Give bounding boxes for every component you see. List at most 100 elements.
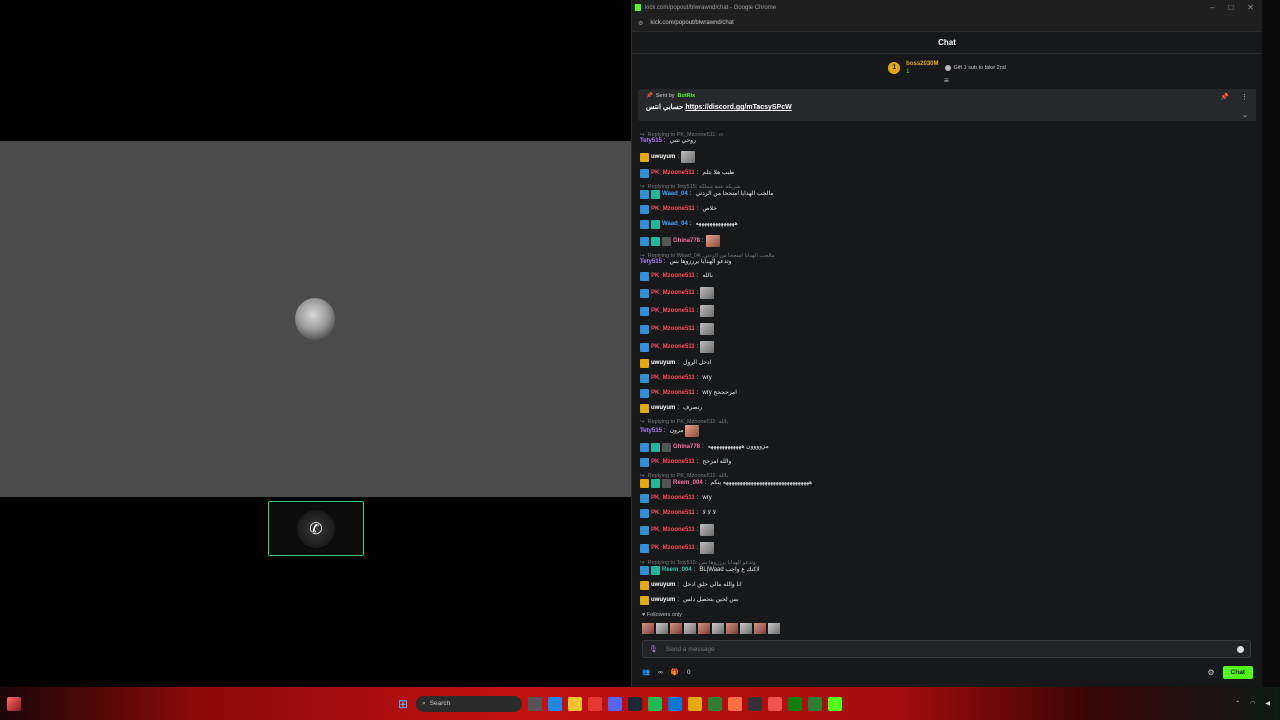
message-username[interactable]: PK_Mzoone511 (651, 344, 695, 351)
app-icon-6[interactable] (808, 696, 822, 711)
message-username[interactable]: Waad_04 (662, 191, 688, 198)
spotify-icon[interactable] (648, 696, 662, 711)
message-username[interactable]: PK_Mzoone511 (651, 326, 695, 333)
kick-icon[interactable] (828, 696, 842, 711)
message-username[interactable]: PK_Mzoone511 (651, 495, 695, 502)
pinned-bot-name[interactable]: BotRix (678, 93, 696, 99)
message-username[interactable]: Reem_004 (673, 480, 703, 487)
chat-input[interactable] (665, 645, 1229, 653)
emote-image[interactable] (700, 542, 715, 554)
chat-message[interactable]: PK_Mzoone511: wry (640, 494, 1250, 503)
chat-message[interactable]: PK_Mzoone511: بالله (640, 272, 1250, 281)
chat-message[interactable]: PK_Mzoone511: (640, 287, 1250, 299)
chat-message[interactable]: ↪ Replying to Tety515: وتدعو الهدايا يرزز… (640, 560, 1250, 575)
tray-chevron-icon[interactable]: ⌃ (1235, 700, 1240, 707)
message-username[interactable]: PK_Mzoone511 (651, 510, 695, 517)
emote-image[interactable] (705, 235, 720, 247)
chat-message[interactable]: PK_Mzoone511: والله امزحح (640, 458, 1250, 467)
widgets-button[interactable] (0, 687, 28, 720)
emote-5[interactable] (698, 623, 710, 634)
message-username[interactable]: PK_Mzoone511 (651, 273, 695, 280)
app-icon-5[interactable] (768, 696, 782, 711)
more-options-icon[interactable]: ⋮ (1241, 93, 1248, 101)
message-username[interactable]: Waad_04 (662, 221, 688, 228)
message-username[interactable]: Ghina778 (673, 444, 700, 451)
emote-3[interactable] (670, 623, 682, 634)
site-info-icon[interactable]: ⚙ (638, 20, 643, 27)
message-username[interactable]: PK_Mzoone511 (651, 308, 695, 315)
app-icon-1[interactable] (668, 696, 682, 711)
message-username[interactable]: PK_Mzoone511 (651, 375, 695, 382)
chat-message[interactable]: PK_Mzoone511: خلاص (640, 205, 1250, 214)
chat-message[interactable]: uwuyum: ادخل الرول (640, 359, 1250, 368)
windows-start-icon[interactable]: ⊞ (396, 697, 410, 711)
emote-image[interactable] (700, 287, 715, 299)
emote-4[interactable] (684, 623, 696, 634)
message-username[interactable]: PK_Mzoone511 (651, 545, 695, 552)
chat-message[interactable]: PK_Mzoone511: (640, 323, 1250, 335)
chat-message[interactable]: Ghina778: مزوووون ههههههههههههه (640, 443, 1250, 452)
maximize-icon[interactable]: □ (1228, 3, 1233, 12)
gift-leader[interactable]: boss2030M 1 (906, 60, 938, 76)
emote-1[interactable] (642, 623, 654, 634)
chat-message[interactable]: Waad_04: ههههههههههههههه (640, 220, 1250, 229)
chat-message[interactable]: PK_Mzoone511: طيب هلا بتلم (640, 169, 1250, 178)
emote-10[interactable] (768, 623, 780, 634)
emote-image[interactable] (700, 323, 715, 335)
chevron-down-icon[interactable]: ⌄ (1242, 111, 1248, 119)
emote-image[interactable] (700, 305, 715, 317)
pinned-link[interactable]: https://discord.gg/mTacsySPcW (685, 104, 791, 111)
message-username[interactable]: uwuyum (651, 360, 675, 367)
emote-image[interactable] (681, 151, 696, 163)
gear-icon[interactable]: ⚙ (1207, 668, 1214, 677)
unpin-icon[interactable]: 📌 (1220, 93, 1229, 101)
chat-message[interactable]: uwuyum: بس لحين بتحصل دلس (640, 596, 1250, 605)
chat-message[interactable]: ↪ Replying to PK_Mzoone511: بالله Tety515:… (640, 419, 1250, 437)
send-chat-button[interactable]: Chat (1222, 665, 1253, 679)
wifi-icon[interactable]: ◠ (1250, 700, 1255, 707)
chrome-icon[interactable] (588, 696, 602, 711)
chat-message[interactable]: PK_Mzoone511: (640, 524, 1250, 536)
steam-icon[interactable] (628, 696, 642, 711)
emoji-icon[interactable] (1237, 645, 1244, 653)
xbox-icon[interactable] (788, 696, 802, 711)
message-username[interactable]: PK_Mzoone511 (651, 206, 695, 213)
message-username[interactable]: Reem_004 (662, 567, 692, 574)
chat-message[interactable]: PK_Mzoone511: (640, 341, 1250, 353)
message-username[interactable]: Tety515 (640, 259, 662, 266)
microphone-icon[interactable]: 🎙 (649, 645, 658, 653)
discord-icon[interactable] (608, 696, 622, 711)
edge-icon[interactable] (548, 696, 562, 711)
message-username[interactable]: PK_Mzoone511 (651, 527, 695, 534)
call-tile[interactable]: ✆ (268, 501, 364, 556)
chat-message[interactable]: uwuyum: انا والله مالي حلق ادخل (640, 581, 1250, 590)
emote-7[interactable] (726, 623, 738, 634)
taskbar-search[interactable]: ⌕ Search (416, 695, 522, 712)
app-icon-3[interactable] (708, 696, 722, 711)
chat-message[interactable]: Ghina778: (640, 235, 1250, 247)
chat-message[interactable]: PK_Mzoone511: wry (640, 374, 1250, 383)
chat-message[interactable]: uwuyum: رتصرف (640, 404, 1250, 413)
gift-tip[interactable]: Gift 1 sub to take 2nd (944, 64, 1006, 71)
message-username[interactable]: Tety515 (640, 428, 662, 435)
chat-message[interactable]: ↪ Replying to PK_Mzoone511: بالله Reem_004… (640, 473, 1250, 488)
chat-message[interactable]: PK_Mzoone511: (640, 305, 1250, 317)
emote-image[interactable] (700, 341, 715, 353)
message-username[interactable]: PK_Mzoone511 (651, 170, 695, 177)
chat-message[interactable]: uwuyum: (640, 151, 1250, 163)
gift-box-icon[interactable]: 🎁 (671, 668, 679, 676)
message-username[interactable]: uwuyum (651, 405, 675, 412)
message-username[interactable]: uwuyum (651, 597, 675, 604)
collapse-arrow-icon[interactable]: ≡ (944, 76, 949, 85)
users-icon[interactable]: 👥 (642, 668, 650, 676)
task-view-icon[interactable] (528, 696, 542, 711)
emote-9[interactable] (754, 623, 766, 634)
message-username[interactable]: uwuyum (651, 154, 675, 161)
emote-image[interactable] (685, 425, 700, 437)
message-username[interactable]: Ghina778 (673, 238, 700, 245)
message-username[interactable]: uwuyum (651, 582, 675, 589)
emote-8[interactable] (740, 623, 752, 634)
chat-message[interactable]: ↪ Replying to PK_Mzoone511: ءء Tety515: روح… (640, 132, 1250, 145)
app-icon-2[interactable] (688, 696, 702, 711)
emote-6[interactable] (712, 623, 724, 634)
